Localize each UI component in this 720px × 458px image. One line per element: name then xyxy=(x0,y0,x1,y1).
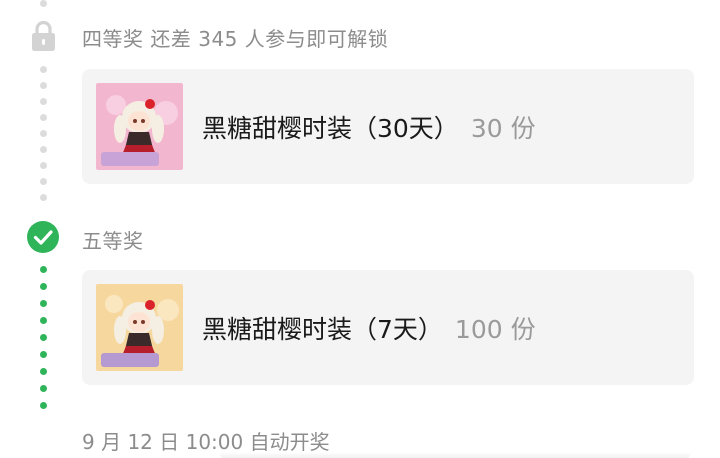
prize-quantity: 100 份 xyxy=(454,315,536,344)
prize-quantity: 30 份 xyxy=(470,114,536,143)
timeline-dot xyxy=(40,98,47,105)
timeline-dot xyxy=(40,82,47,89)
timeline-dot xyxy=(40,317,47,324)
timeline-dot xyxy=(40,334,47,341)
timeline-dot xyxy=(40,385,47,392)
bottom-fade xyxy=(220,452,690,458)
timeline-dot xyxy=(40,130,47,137)
timeline-dot xyxy=(40,283,47,290)
prize-name: 黑糖甜樱时装（7天） 100 份 xyxy=(202,315,536,344)
timeline-dot xyxy=(40,266,47,273)
lottery-prize-timeline: 四等奖 还差 345 人参与即可解锁 黑糖甜樱时装（30天） 30 份 五等奖 … xyxy=(0,0,720,458)
prize-name: 黑糖甜樱时装（30天） 30 份 xyxy=(202,114,536,143)
timeline-dot xyxy=(40,402,47,409)
timeline-dot xyxy=(40,114,47,121)
check-icon xyxy=(27,221,59,253)
timeline-dot xyxy=(40,368,47,375)
prize-thumbnail xyxy=(96,83,183,170)
timeline-dot xyxy=(40,351,47,358)
draw-time-text: 9 月 12 日 10:00 自动开奖 xyxy=(82,430,330,454)
lock-icon xyxy=(32,20,55,51)
timeline-dot xyxy=(40,66,47,73)
timeline-dot xyxy=(40,194,47,201)
timeline-dot xyxy=(40,178,47,185)
timeline-dot xyxy=(40,146,47,153)
tier-title: 四等奖 还差 345 人参与即可解锁 xyxy=(82,27,389,51)
prize-card[interactable]: 黑糖甜樱时装（30天） 30 份 xyxy=(82,69,694,184)
tier-title: 五等奖 xyxy=(82,229,144,253)
timeline-dot xyxy=(40,0,47,7)
timeline-dot xyxy=(40,162,47,169)
prize-card[interactable]: 黑糖甜樱时装（7天） 100 份 xyxy=(82,270,694,385)
prize-thumbnail xyxy=(96,284,183,371)
timeline-dot xyxy=(40,300,47,307)
